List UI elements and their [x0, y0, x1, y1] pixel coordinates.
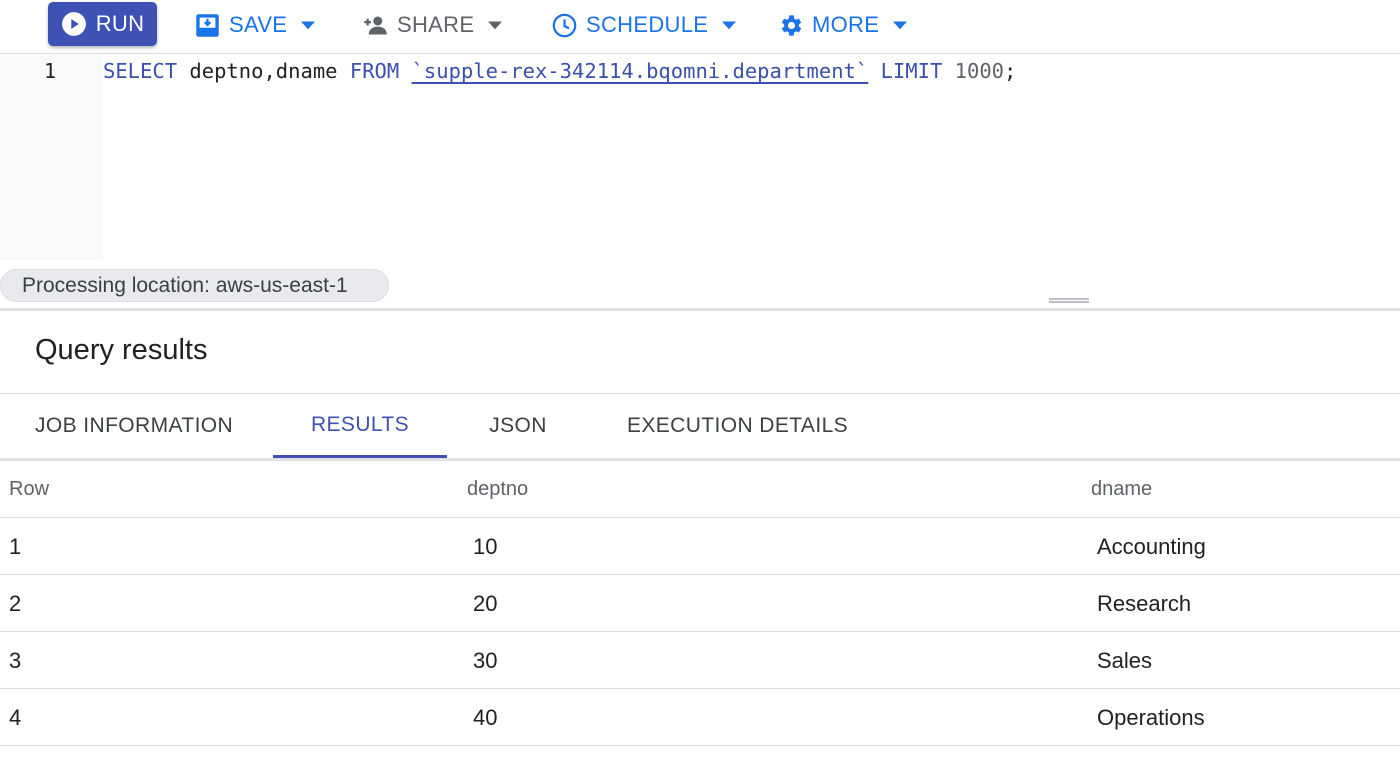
results-table: Row deptno dname 1 10 Accounting 2 20 Re…: [0, 461, 1400, 746]
schedule-label: SCHEDULE: [586, 12, 709, 37]
cell-deptno: 10: [473, 533, 498, 559]
tab-execution-details[interactable]: EXECUTION DETAILS: [605, 394, 870, 458]
cell-deptno: 30: [473, 647, 498, 673]
keyword-from: FROM: [349, 59, 400, 83]
save-button[interactable]: SAVE: [194, 0, 316, 50]
sql-editor[interactable]: 1 SELECT deptno,dname FROM `supple-rex-3…: [0, 55, 1400, 260]
cell-dname: Accounting: [1097, 533, 1206, 559]
column-header-deptno: deptno: [467, 478, 529, 500]
person-add-icon: [364, 16, 387, 34]
cell-row-number: 2: [9, 590, 22, 616]
sql-query-line[interactable]: SELECT deptno,dname FROM `supple-rex-342…: [103, 59, 1016, 83]
table-reference-link[interactable]: `supple-rex-342114.bqomni.department`: [412, 59, 869, 83]
table-row: 2 20 Research: [0, 575, 1400, 632]
cell-dname: Operations: [1097, 704, 1205, 730]
panel-divider: [0, 308, 1400, 311]
cell-deptno: 20: [473, 590, 498, 616]
more-label: MORE: [812, 12, 880, 37]
save-label: SAVE: [229, 12, 288, 37]
cell-deptno: 40: [473, 704, 498, 730]
table-row: 3 30 Sales: [0, 632, 1400, 689]
keyword-limit: LIMIT: [880, 59, 943, 83]
query-toolbar: RUN SAVE SHARE SCHEDULE MORE: [0, 0, 1400, 54]
save-icon: [196, 13, 219, 37]
cell-row-number: 1: [9, 533, 22, 559]
share-button[interactable]: SHARE: [362, 0, 503, 50]
cell-dname: Sales: [1097, 647, 1153, 673]
caret-down-icon: [722, 21, 737, 30]
query-results-title: Query results: [35, 334, 208, 366]
processing-location-text: Processing location: aws-us-east-1: [22, 273, 348, 297]
line-number: 1: [44, 59, 57, 83]
cell-row-number: 3: [9, 647, 22, 673]
query-terminator: ;: [1004, 59, 1017, 83]
caret-down-icon: [488, 21, 503, 30]
resize-handle[interactable]: [1049, 298, 1089, 303]
gear-icon: [781, 14, 802, 36]
caret-down-icon: [301, 21, 316, 30]
cell-row-number: 4: [9, 704, 22, 730]
line-gutter: 1: [0, 55, 103, 260]
query-columns: deptno,dname: [177, 59, 350, 83]
query-space: [868, 59, 880, 83]
schedule-button[interactable]: SCHEDULE: [551, 0, 737, 50]
table-header: Row deptno dname: [0, 461, 1400, 518]
cell-dname: Research: [1097, 590, 1192, 616]
code-area[interactable]: SELECT deptno,dname FROM `supple-rex-342…: [103, 55, 1400, 260]
limit-value: 1000: [942, 59, 1005, 83]
table-row: 1 10 Accounting: [0, 518, 1400, 575]
tab-results[interactable]: RESULTS: [273, 394, 447, 458]
more-button[interactable]: MORE: [777, 0, 908, 50]
tab-json[interactable]: JSON: [468, 394, 568, 458]
table-row: 4 40 Operations: [0, 689, 1400, 746]
column-header-dname: dname: [1091, 478, 1153, 500]
results-tabs: JOB INFORMATION RESULTS JSON EXECUTION D…: [0, 394, 1400, 458]
query-space: [399, 59, 411, 83]
play-circle-icon: [61, 12, 86, 36]
processing-location-bar: Processing location: aws-us-east-1: [0, 260, 1400, 310]
tab-job-information[interactable]: JOB INFORMATION: [0, 394, 268, 458]
caret-down-icon: [893, 21, 908, 30]
keyword-select: SELECT: [103, 59, 178, 83]
clock-icon: [552, 13, 577, 37]
run-button[interactable]: RUN: [48, 2, 157, 46]
share-label: SHARE: [397, 12, 475, 37]
processing-location-chip: Processing location: aws-us-east-1: [0, 269, 389, 302]
column-header-row: Row: [9, 478, 50, 500]
run-label: RUN: [95, 11, 145, 36]
